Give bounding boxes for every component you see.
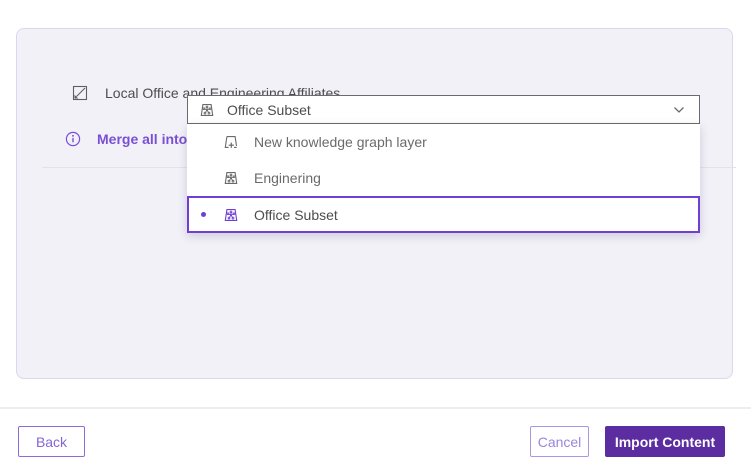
cancel-button[interactable]: Cancel <box>530 426 589 457</box>
knowledge-graph-layer-icon <box>223 207 239 223</box>
back-button[interactable]: Back <box>18 426 85 457</box>
menu-item-label: Office Subset <box>254 207 338 223</box>
knowledge-graph-layer-icon <box>223 170 239 186</box>
footer-divider <box>0 407 751 409</box>
menu-item-label: New knowledge graph layer <box>254 134 427 150</box>
merge-target-dropdown-menu: New knowledge graph layer Enginering Off… <box>187 124 700 233</box>
chevron-down-icon[interactable] <box>673 106 685 114</box>
select-value: Office Subset <box>227 102 311 118</box>
info-icon <box>65 131 81 147</box>
menu-item-office-subset[interactable]: Office Subset <box>187 196 700 233</box>
import-content-button[interactable]: Import Content <box>605 426 725 457</box>
menu-item-enginering[interactable]: Enginering <box>187 160 700 196</box>
knowledge-graph-layer-icon <box>199 102 215 118</box>
merge-row: Merge all into <box>65 125 187 153</box>
import-content-dialog: Local Office and Engineering Affiliates … <box>0 0 751 470</box>
merge-target-select[interactable]: Office Subset <box>187 95 700 124</box>
merge-all-into-label: Merge all into <box>97 131 187 147</box>
edit-layer-icon <box>72 85 88 101</box>
new-knowledge-graph-layer-icon <box>223 134 239 150</box>
menu-item-new-knowledge-graph-layer[interactable]: New knowledge graph layer <box>187 124 700 160</box>
menu-item-label: Enginering <box>254 170 321 186</box>
selected-dot-icon <box>201 212 206 217</box>
